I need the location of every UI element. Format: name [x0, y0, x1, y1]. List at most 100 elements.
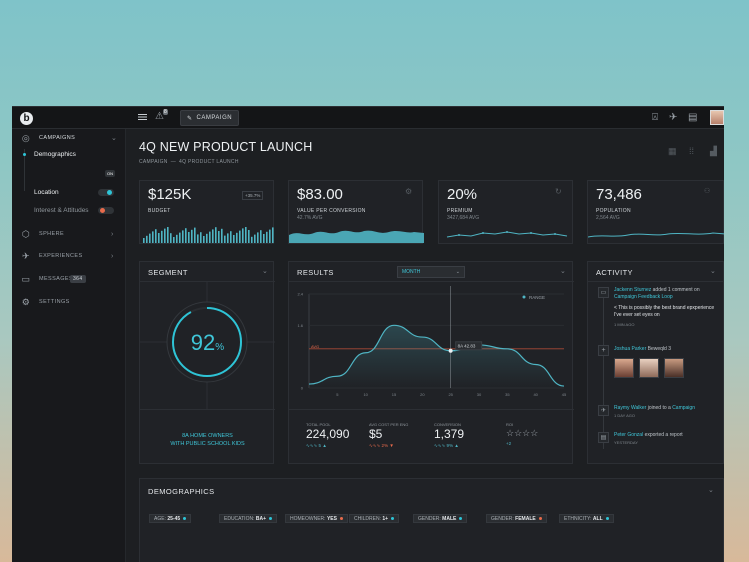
x-tick-label: 40 — [533, 392, 538, 397]
breadcrumb-link[interactable]: CAMPAIGN — [139, 159, 168, 165]
activity-time: YESTERDAY — [614, 440, 638, 445]
stat-delta: +2 — [506, 441, 512, 446]
status-dot — [269, 517, 273, 520]
segment-panel: SEGMENT ⌄ 92% 8A HOME OWNERS WITH PUBLIC … — [139, 261, 275, 464]
x-tick-label: 15 — [392, 392, 397, 397]
chart-icon[interactable]: ▟ — [710, 146, 717, 157]
result-stat: TOTAL POOL 224,090 ∿∿∿ 5 ▲ — [306, 422, 366, 449]
sidebar-item-settings[interactable]: ⚙ SETTINGS — [12, 295, 126, 309]
app-logo[interactable]: b — [20, 112, 33, 125]
activity-link[interactable]: Campaign — [672, 405, 695, 411]
sparkline-bar — [209, 231, 211, 243]
menu-icon[interactable] — [138, 112, 148, 122]
segment-percent-value: 92 — [190, 330, 216, 355]
chevron-down-icon[interactable]: ⌄ — [708, 486, 714, 494]
user-icon[interactable]: ⍓ — [652, 112, 658, 123]
people-icon[interactable]: ⚇ — [704, 187, 710, 195]
sidebar-item-messages[interactable]: ▭ MESSAGES 364 — [12, 272, 126, 286]
kpi-label: PREMIUM — [447, 208, 473, 214]
status-dot — [605, 517, 609, 520]
sparkline-bar — [248, 230, 250, 243]
sparkline-bar — [203, 236, 205, 243]
activity-user-link[interactable]: Joshua Parker — [614, 346, 646, 352]
series-area — [309, 325, 564, 388]
chevron-down-icon[interactable]: ⌄ — [710, 267, 716, 275]
sidebar-item-experiences[interactable]: ✈ EXPERIENCES › — [12, 249, 126, 263]
avatar[interactable] — [664, 358, 684, 378]
sparkline-bar — [236, 232, 238, 243]
grid-icon[interactable]: ⁞⁞ — [689, 146, 694, 156]
demographic-filter-pill[interactable]: EDUCATION: BA+ — [219, 514, 278, 523]
page-title: 4Q NEW PRODUCT LAUNCH — [139, 140, 313, 154]
sparkline-bar — [164, 228, 166, 243]
sparkline-bar — [146, 235, 148, 243]
sparkline-bar — [200, 232, 202, 243]
settings-icon[interactable]: ⚙ — [405, 187, 412, 196]
interests-toggle[interactable] — [98, 207, 114, 214]
demographic-filter-pill[interactable]: GENDER: FEMALE — [486, 514, 547, 523]
period-dropdown[interactable]: MONTH ⌄ — [397, 266, 465, 278]
activity-user-link[interactable]: Raymy Walker — [614, 405, 646, 411]
main-content: 4Q NEW PRODUCT LAUNCH CAMPAIGN — 4Q PROD… — [126, 129, 724, 562]
activity-time: 1 DAY AGO — [614, 413, 635, 418]
kpi-delta-badge: +35.7% — [242, 191, 264, 200]
sparkline-bar — [221, 228, 223, 243]
rocket-icon[interactable]: ✈ — [669, 112, 677, 123]
sparkline-bar — [254, 234, 256, 243]
avatar[interactable] — [639, 358, 659, 378]
demographic-filters: AGE: 25-45 EDUCATION: BA+ HOMEOWNER: YES CH… — [149, 514, 719, 524]
demographic-filter-pill[interactable]: GENDER: MALE — [413, 514, 468, 523]
sparkline-bar — [161, 230, 163, 243]
hover-point[interactable] — [448, 348, 453, 353]
toggle-knob — [107, 190, 112, 195]
avatar[interactable] — [614, 358, 634, 378]
activity-text: Beweqld 3 — [647, 346, 671, 352]
demographic-filter-pill[interactable]: AGE: 25-45 — [149, 514, 192, 523]
demographic-filter-pill[interactable]: ETHNICITY: ALL — [559, 514, 614, 523]
status-dot — [183, 517, 187, 520]
sidebar-item-campaigns[interactable]: ◎ CAMPAIGNS ⌄ — [12, 131, 126, 145]
campaign-button[interactable]: ✎ CAMPAIGN — [180, 110, 240, 126]
demographic-filter-pill[interactable]: CHILDREN: 1+ — [349, 514, 400, 523]
kpi-population-sparkline — [588, 232, 724, 238]
chevron-down-icon[interactable]: ⌄ — [560, 267, 566, 275]
sidebar-item-label: CAMPAIGNS — [39, 135, 76, 141]
user-avatar[interactable] — [710, 110, 724, 125]
sidebar-item-sphere[interactable]: ⬡ SPHERE › — [12, 227, 126, 241]
breadcrumb: CAMPAIGN — 4Q PRODUCT LAUNCH — [139, 159, 239, 165]
demographics-on-badge[interactable]: ON — [105, 170, 115, 177]
rocket-icon: ✈ — [598, 405, 609, 416]
calendar-icon[interactable]: ▦ — [668, 146, 677, 157]
sidebar-sub-interests[interactable]: Interest & Attitudes — [34, 207, 89, 214]
refresh-icon[interactable]: ↻ — [555, 187, 562, 196]
document-icon[interactable]: ▤ — [688, 112, 697, 123]
sparkline-bar — [182, 230, 184, 243]
plus-icon: + — [598, 345, 609, 356]
activity-text: exported a report — [644, 432, 683, 438]
sidebar-sub-demographics[interactable]: Demographics — [23, 151, 76, 158]
sparkline-bar — [227, 233, 229, 243]
demographic-filter-pill[interactable]: HOMEOWNER: YES — [285, 514, 348, 523]
sidebar-sub-location[interactable]: Location — [34, 189, 59, 196]
activity-user-link[interactable]: Jackenn Sturnez — [614, 287, 651, 293]
sub-label: Interest & Attitudes — [34, 207, 89, 214]
kpi-label: BUDGET — [148, 208, 171, 214]
roi-stars: ☆☆☆☆ — [506, 428, 539, 438]
kpi-value: 73,486 — [596, 186, 642, 203]
segment-description: 8A HOME OWNERS WITH PUBLIC SCHOOL KIDS — [140, 432, 275, 448]
activity-link[interactable]: Campaign Feedback Loop — [614, 294, 673, 300]
activity-user-link[interactable]: Peter Gonzal — [614, 432, 643, 438]
sparkline-bar — [218, 231, 220, 243]
sparkline-bar — [197, 234, 199, 243]
sidebar-item-label: MESSAGES — [39, 276, 74, 282]
avg-label: AVG — [311, 344, 319, 349]
breadcrumb-separator: — — [170, 159, 177, 165]
location-toggle[interactable] — [98, 189, 114, 196]
kpi-card-value-per-conversion: $83.00 VALUE PER CONVERSION 42.7% AVG ⚙ — [288, 180, 424, 244]
toggle-knob — [100, 208, 105, 213]
activity-time: 1 MIN AGO — [614, 322, 635, 327]
sparkline-bar — [158, 233, 160, 243]
sparkline-bar — [173, 237, 175, 243]
activity-item-export: Peter Gonzal exported a report YESTERDAY — [614, 432, 720, 446]
chevron-down-icon[interactable]: ⌄ — [262, 267, 268, 275]
